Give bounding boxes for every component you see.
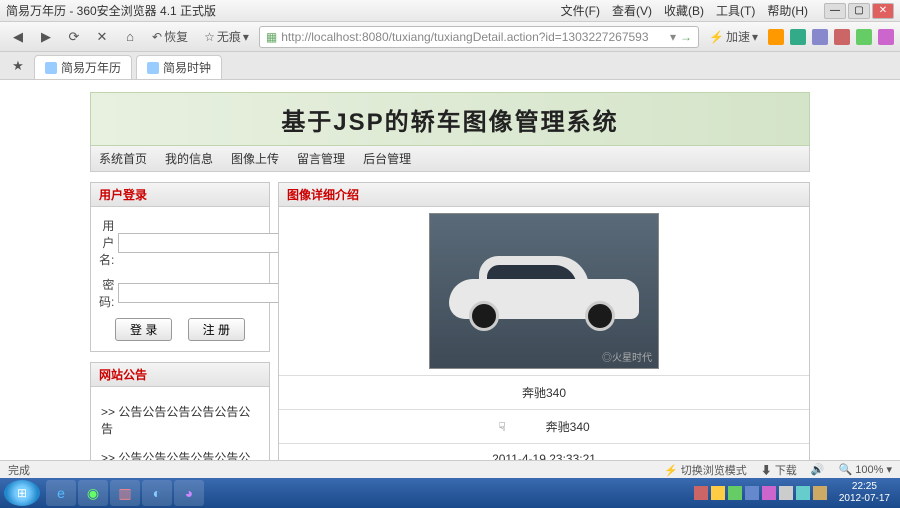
tray-icon[interactable] [813,486,827,500]
ext-icon-4[interactable] [834,29,850,45]
switch-mode-button[interactable]: ⚡ 切换浏览模式 [664,462,747,478]
tray-icon[interactable] [694,486,708,500]
menu-view[interactable]: 查看(V) [612,2,652,19]
dropdown-icon[interactable]: ▾ [670,30,676,44]
start-button[interactable]: ⊞ [4,480,40,506]
tray-icon[interactable] [711,486,725,500]
system-tray: 22:25 2012-07-17 [694,481,896,505]
task-ie[interactable]: e [46,480,76,506]
detail-desc: 奔驰340 [546,420,590,434]
tray-icon[interactable] [779,486,793,500]
tab-bar: ★ 简易万年历 简易时钟 [0,52,900,80]
ext-icon-6[interactable] [878,29,894,45]
nav-upload[interactable]: 图像上传 [231,150,279,167]
maximize-button[interactable]: ▢ [848,3,870,19]
nav-myinfo[interactable]: 我的信息 [165,150,213,167]
clock-date: 2012-07-17 [839,493,890,505]
banner-title: 基于JSP的轿车图像管理系统 [281,102,618,137]
home-button[interactable]: ⌂ [118,25,142,49]
taskbar-clock[interactable]: 22:25 2012-07-17 [833,481,896,505]
nav-message[interactable]: 留言管理 [297,150,345,167]
detail-panel-title: 图像详细介绍 [279,183,809,207]
favorites-icon[interactable]: ★ [6,54,30,78]
task-app1[interactable]: ▥ [110,480,140,506]
incognito-button[interactable]: ☆ 无痕 ▾ [198,28,255,45]
window-title: 简易万年历 - 360安全浏览器 4.1 正式版 [6,2,561,19]
page-banner: 基于JSP的轿车图像管理系统 [90,92,810,146]
forward-button[interactable]: ▶ [34,25,58,49]
windows-taskbar: ⊞ e ◉ ▥ ◐ ◕ 22:25 2012-07-17 [0,478,900,508]
login-panel-title: 用户登录 [91,183,269,207]
window-titlebar: 简易万年历 - 360安全浏览器 4.1 正式版 文件(F) 查看(V) 收藏(… [0,0,900,22]
tray-icon[interactable] [796,486,810,500]
notice-item[interactable]: >> 公告公告公告公告公告公告 [99,443,261,460]
notice-item[interactable]: >> 公告公告公告公告公告公告 [99,397,261,443]
address-bar[interactable]: ▦ ▾ → [259,26,699,48]
nav-admin[interactable]: 后台管理 [363,150,411,167]
tab-1-label: 简易万年历 [61,59,121,76]
notice-panel: 网站公告 >> 公告公告公告公告公告公告 >> 公告公告公告公告公告公告 >> … [90,362,270,460]
status-text: 完成 [8,462,30,478]
favicon-icon [45,62,57,74]
notice-panel-title: 网站公告 [91,363,269,387]
tab-2-label: 简易时钟 [163,59,211,76]
nav-home[interactable]: 系统首页 [99,150,147,167]
back-button[interactable]: ◀ [6,25,30,49]
tray-icon[interactable] [745,486,759,500]
image-watermark: ◎火星时代 [602,349,652,364]
detail-desc-row: ☟ 奔驰340 [279,409,809,443]
password-label: 密 码: [99,276,114,310]
restore-button[interactable]: ↶ 恢复 [146,28,194,45]
zoom-level[interactable]: 🔍 100% ▾ [839,463,892,476]
detail-date: 2011-4-19 23:33:21 [279,443,809,460]
cursor-icon: ☟ [498,420,505,434]
ext-icon-1[interactable] [768,29,784,45]
reload-button[interactable]: ⟳ [62,25,86,49]
menu-file[interactable]: 文件(F) [561,2,600,19]
close-button[interactable]: ✕ [872,3,894,19]
task-eclipse[interactable]: ◕ [174,480,204,506]
stop-button[interactable]: ✕ [90,25,114,49]
window-menu: 文件(F) 查看(V) 收藏(B) 工具(T) 帮助(H) [561,2,816,19]
menu-tools[interactable]: 工具(T) [716,2,755,19]
detail-name: 奔驰340 [279,375,809,409]
sound-icon[interactable]: 🔊 [811,463,825,476]
tray-icon[interactable] [762,486,776,500]
car-image: ◎火星时代 [429,213,659,369]
viewport: https://www.huzhan.com/ishop39397 基于JSP的… [0,80,900,460]
task-app2[interactable]: ◐ [142,480,172,506]
go-button[interactable]: → [680,30,692,44]
url-input[interactable] [281,30,666,44]
menu-fav[interactable]: 收藏(B) [664,2,704,19]
download-button[interactable]: ⬇ 下载 [761,462,797,478]
accelerate-button[interactable]: ⚡ 加速 ▾ [703,28,764,45]
register-button[interactable]: 注 册 [188,318,245,341]
tab-2[interactable]: 简易时钟 [136,55,222,79]
favicon-icon [147,62,159,74]
login-panel: 用户登录 用户名: 密 码: 登 录 [90,182,270,352]
ext-icon-5[interactable] [856,29,872,45]
browser-toolbar: ◀ ▶ ⟳ ✕ ⌂ ↶ 恢复 ☆ 无痕 ▾ ▦ ▾ → ⚡ 加速 ▾ [0,22,900,52]
clock-time: 22:25 [839,481,890,493]
ext-icon-2[interactable] [790,29,806,45]
task-360[interactable]: ◉ [78,480,108,506]
detail-panel: 图像详细介绍 ◎火星时代 [278,182,810,460]
menu-help[interactable]: 帮助(H) [767,2,808,19]
detail-image-area: ◎火星时代 [279,207,809,375]
site-nav: 系统首页 我的信息 图像上传 留言管理 后台管理 [90,146,810,172]
minimize-button[interactable]: — [824,3,846,19]
tab-1[interactable]: 简易万年历 [34,55,132,79]
ext-icon-3[interactable] [812,29,828,45]
browser-statusbar: 完成 ⚡ 切换浏览模式 ⬇ 下载 🔊 🔍 100% ▾ [0,460,900,478]
login-button[interactable]: 登 录 [115,318,172,341]
username-label: 用户名: [99,217,114,268]
tray-icon[interactable] [728,486,742,500]
page-icon: ▦ [266,30,277,44]
